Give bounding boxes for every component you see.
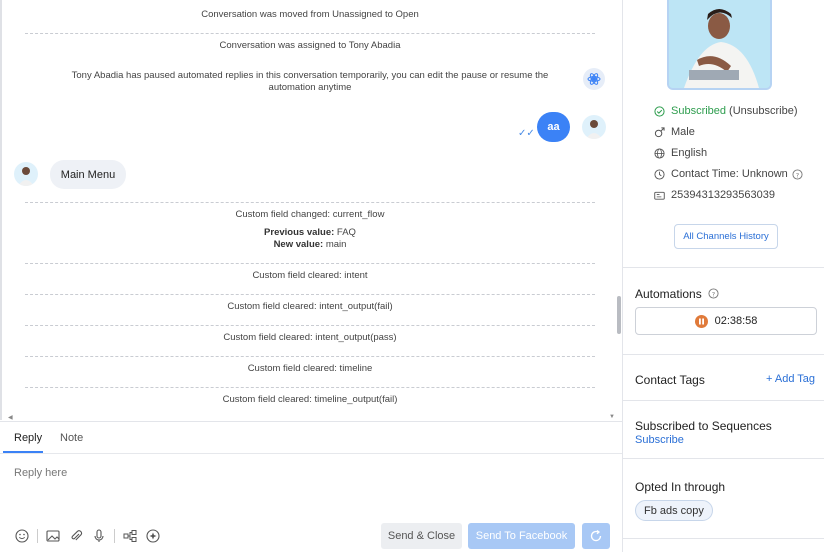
chat-column: Conversation was moved from Unassigned t… — [0, 0, 623, 552]
emoji-icon[interactable] — [14, 528, 30, 544]
attach-icon[interactable] — [68, 528, 84, 544]
separator — [25, 294, 595, 295]
scroll-down-arrow[interactable]: ▼ — [609, 414, 615, 420]
separator — [25, 263, 595, 264]
send-and-close-button[interactable]: Send & Close — [381, 523, 462, 549]
svg-text:?: ? — [712, 290, 715, 298]
timer-value: 02:38:58 — [714, 315, 758, 327]
event-previous-value: Previous value: FAQ — [25, 227, 595, 239]
event-new-value: New value: main — [25, 239, 595, 251]
gender-row: Male — [653, 125, 695, 139]
scrollbar-thumb[interactable] — [617, 296, 621, 334]
tab-note[interactable]: Note — [60, 432, 83, 444]
previous-value-label: Previous value: — [264, 227, 335, 238]
bot-icon — [583, 68, 605, 90]
sequences-title: Subscribed to Sequences — [635, 419, 772, 433]
check-circle-icon — [653, 105, 665, 117]
event-assigned: Conversation was assigned to Tony Abadia — [219, 40, 401, 51]
contact-avatar — [14, 162, 38, 186]
agent-avatar — [582, 115, 606, 139]
automation-pause-timer[interactable]: 02:38:58 — [635, 307, 817, 335]
divider — [623, 400, 824, 401]
info-icon[interactable]: ? — [708, 288, 719, 299]
svg-text:?: ? — [796, 171, 799, 179]
language-value: English — [671, 147, 708, 159]
automations-title: Automations ? — [635, 287, 719, 301]
scroll-left-arrow[interactable]: ◀ — [8, 414, 13, 421]
reply-input[interactable]: Reply here — [14, 467, 67, 479]
unsubscribe-link[interactable]: (Unsubscribe) — [729, 105, 797, 117]
separator — [25, 325, 595, 326]
separator — [25, 202, 595, 203]
event-cleared: Custom field cleared: intent_output(fail… — [227, 301, 393, 312]
add-tag-button[interactable]: + Add Tag — [766, 373, 815, 385]
event-moved: Conversation was moved from Unassigned t… — [201, 9, 419, 20]
subscribed-status: Subscribed — [671, 105, 727, 117]
reply-composer: Reply Note Reply here Send & Close Send … — [0, 421, 622, 552]
opted-in-title: Opted In through — [635, 480, 726, 494]
send-to-facebook-button[interactable]: Send To Facebook — [468, 523, 575, 549]
subscribe-sequence-link[interactable]: Subscribe — [635, 434, 684, 446]
tab-reply[interactable]: Reply — [14, 432, 42, 444]
contact-panel: Subscribed (Unsubscribe) Male English Co… — [623, 0, 824, 552]
refresh-button[interactable] — [582, 523, 610, 549]
event-cleared: Custom field cleared: intent_output(pass… — [223, 332, 397, 343]
outgoing-message-bubble[interactable]: aa — [537, 112, 570, 142]
divider — [623, 267, 824, 268]
globe-icon — [653, 147, 665, 159]
image-icon[interactable] — [45, 528, 61, 544]
id-card-icon — [653, 189, 665, 201]
clock-icon — [653, 168, 665, 180]
composer-toolbar — [14, 528, 168, 544]
incoming-message-bubble[interactable]: Main Menu — [50, 160, 126, 189]
all-channels-history-button[interactable]: All Channels History — [674, 224, 778, 249]
toolbar-divider — [114, 529, 115, 543]
separator — [25, 356, 595, 357]
refresh-icon — [590, 529, 602, 542]
event-cleared: Custom field cleared: timeline_output(fa… — [222, 394, 398, 405]
subscription-row: Subscribed (Unsubscribe) — [653, 104, 798, 118]
divider — [623, 354, 824, 355]
event-paused-line1: Tony Abadia has paused automated replies… — [71, 70, 549, 81]
mic-icon[interactable] — [91, 528, 107, 544]
event-cleared: Custom field cleared: intent — [252, 270, 368, 281]
help-icon[interactable]: ? — [792, 168, 804, 180]
previous-value: FAQ — [336, 227, 356, 238]
male-icon — [653, 126, 665, 138]
tab-divider — [0, 453, 622, 454]
toolbar-divider — [37, 529, 38, 543]
new-value-label: New value: — [273, 239, 324, 250]
event-cleared: Custom field cleared: timeline — [247, 363, 373, 374]
divider — [623, 458, 824, 459]
check-icon: ✓✓ — [518, 128, 535, 139]
message-list[interactable]: Conversation was moved from Unassigned t… — [0, 0, 622, 421]
gender-value: Male — [671, 126, 695, 138]
user-id-value: 25394313293563039 — [671, 189, 776, 201]
language-row: English — [653, 146, 707, 160]
event-field-changed: Custom field changed: current_flow — [235, 209, 385, 220]
ai-icon[interactable] — [145, 528, 161, 544]
divider — [623, 538, 824, 539]
contact-tags-title: Contact Tags — [635, 373, 705, 387]
profile-photo — [667, 0, 772, 90]
new-value: main — [325, 239, 347, 250]
event-paused: Tony Abadia has paused automated replies… — [60, 70, 560, 94]
separator — [25, 33, 595, 34]
user-id-row: 25394313293563039 — [653, 188, 775, 202]
event-paused-line2: automation anytime — [268, 82, 352, 93]
opted-in-chip[interactable]: Fb ads copy — [635, 500, 713, 521]
pause-icon — [694, 314, 708, 328]
app-root: Conversation was moved from Unassigned t… — [0, 0, 824, 552]
flow-icon[interactable] — [122, 528, 138, 544]
contact-time-value: Contact Time: Unknown — [671, 168, 788, 180]
automations-title-text: Automations — [635, 287, 702, 301]
contact-time-row: Contact Time: Unknown ? — [653, 167, 810, 181]
separator — [25, 387, 595, 388]
